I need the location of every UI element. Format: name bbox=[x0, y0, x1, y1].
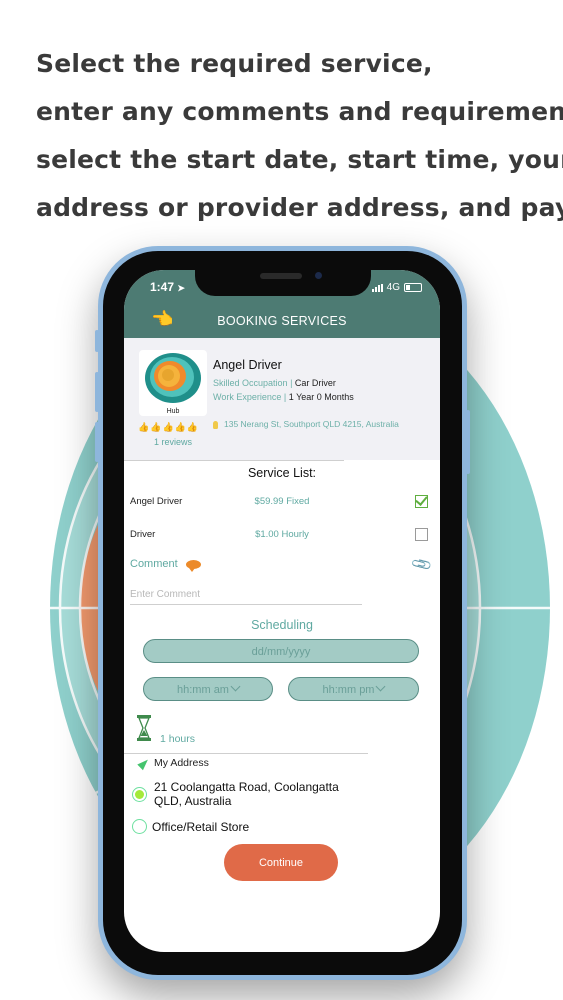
start-time-dropdown[interactable]: hh:mm am bbox=[143, 677, 273, 701]
divider bbox=[124, 753, 368, 754]
reviews-link[interactable]: 1 reviews bbox=[140, 437, 206, 447]
continue-button[interactable]: Continue bbox=[224, 844, 338, 881]
address-radio-selected[interactable] bbox=[132, 787, 147, 802]
service-row[interactable]: Angel Driver $59.99 Fixed bbox=[130, 492, 430, 512]
phone-side-button bbox=[95, 330, 99, 352]
comment-input[interactable] bbox=[130, 584, 362, 605]
chevron-down-icon bbox=[230, 681, 241, 692]
address-option-label[interactable]: Office/Retail Store bbox=[152, 820, 249, 834]
end-time-text: hh:mm pm bbox=[322, 684, 375, 696]
scheduling-title: Scheduling bbox=[251, 618, 313, 632]
phone-volume-up bbox=[95, 372, 99, 412]
separator: | bbox=[290, 378, 293, 388]
paperclip-icon[interactable]: 📎 bbox=[409, 553, 433, 577]
headline-line: address or provider address, and pay. bbox=[36, 193, 563, 222]
experience-line: Work Experience | 1 Year 0 Months bbox=[213, 392, 354, 402]
comment-label-text: Comment bbox=[130, 558, 178, 570]
navigation-arrow-icon bbox=[137, 756, 151, 770]
service-list-title: Service List: bbox=[247, 466, 317, 480]
headline-line: Select the required service, bbox=[36, 49, 433, 78]
signal-icon bbox=[371, 283, 383, 292]
chevron-down-icon bbox=[376, 681, 386, 692]
phone-speaker bbox=[260, 273, 302, 279]
address-radio[interactable] bbox=[132, 819, 147, 834]
experience-value: 1 Year 0 Months bbox=[288, 392, 354, 402]
my-address-title: My Address bbox=[154, 757, 209, 769]
comment-label: Comment bbox=[130, 558, 201, 572]
address-option-label[interactable]: 21 Coolangatta Road, Coolangatta QLD, Au… bbox=[154, 780, 339, 808]
provider-card: Hub 👍👍👍👍👍 1 reviews Angel Driver Skilled… bbox=[124, 338, 440, 460]
speech-bubble-icon bbox=[185, 559, 201, 572]
lightbulb-icon bbox=[213, 420, 218, 429]
service-price: $1.00 Hourly bbox=[255, 529, 309, 540]
service-name: Angel Driver bbox=[130, 496, 183, 507]
status-time-text: 1:47 bbox=[150, 280, 175, 294]
address-line-2: QLD, Australia bbox=[154, 794, 232, 808]
date-placeholder: dd/mm/yyyy bbox=[251, 646, 311, 658]
location-arrow-icon: ➤ bbox=[177, 283, 185, 293]
address-line-1: 21 Coolangatta Road, Coolangatta bbox=[154, 780, 339, 794]
end-time-dropdown[interactable]: hh:mm pm bbox=[288, 677, 419, 701]
occupation-value: Car Driver bbox=[294, 378, 336, 388]
network-type: 4G bbox=[386, 282, 400, 293]
service-checkbox[interactable] bbox=[415, 528, 428, 541]
hourglass-icon bbox=[137, 715, 151, 741]
date-field[interactable]: dd/mm/yyyy bbox=[143, 639, 419, 663]
app-screen: 1:47 ➤ 4G 👈 BOOKING SERVICES Hub 👍👍👍👍👍 1… bbox=[124, 270, 440, 952]
start-time-text: hh:mm am bbox=[177, 684, 229, 696]
experience-label: Work Experience bbox=[213, 392, 282, 402]
thumbs-up-icon: 👍 bbox=[138, 422, 151, 432]
headline-line: enter any comments and requirements, bbox=[36, 97, 563, 126]
service-checkbox-checked[interactable] bbox=[415, 495, 428, 508]
duration-text: 1 hours bbox=[160, 733, 196, 745]
rating-thumbs: 👍👍👍👍👍 bbox=[138, 422, 199, 433]
phone-camera bbox=[315, 272, 322, 279]
phone-volume-down bbox=[95, 422, 99, 462]
service-row[interactable]: Driver $1.00 Hourly bbox=[130, 525, 430, 545]
my-address-heading: My Address bbox=[137, 756, 209, 770]
provider-logo: Hub bbox=[139, 350, 207, 416]
thumbs-up-icon: 👍 bbox=[150, 422, 163, 432]
battery-icon bbox=[404, 283, 422, 292]
provider-name: Angel Driver bbox=[213, 358, 282, 372]
thumbs-up-icon: 👍 bbox=[174, 422, 187, 432]
service-name: Driver bbox=[130, 529, 156, 540]
status-indicators: 4G bbox=[371, 282, 422, 293]
phone-power-button bbox=[466, 410, 470, 474]
instruction-headline: Select the required service, enter any c… bbox=[36, 40, 563, 232]
provider-address: 135 Nerang St, Southport QLD 4215, Austr… bbox=[213, 419, 399, 429]
phone-notch bbox=[195, 266, 371, 296]
service-price: $59.99 Fixed bbox=[254, 496, 310, 507]
thumbs-up-icon: 👍 bbox=[186, 422, 200, 432]
logo-caption: Hub bbox=[166, 408, 180, 415]
divider bbox=[124, 460, 344, 461]
occupation-line: Skilled Occupation | Car Driver bbox=[213, 378, 336, 388]
hub-logo-icon bbox=[145, 353, 201, 403]
status-time: 1:47 ➤ bbox=[150, 280, 185, 294]
provider-address-text: 135 Nerang St, Southport QLD 4215, Austr… bbox=[224, 419, 399, 429]
occupation-label: Skilled Occupation bbox=[213, 378, 288, 388]
thumbs-up-icon: 👍 bbox=[162, 422, 175, 432]
headline-line: select the start date, start time, your bbox=[36, 145, 563, 174]
separator: | bbox=[283, 392, 287, 402]
page-title: BOOKING SERVICES bbox=[217, 314, 347, 328]
